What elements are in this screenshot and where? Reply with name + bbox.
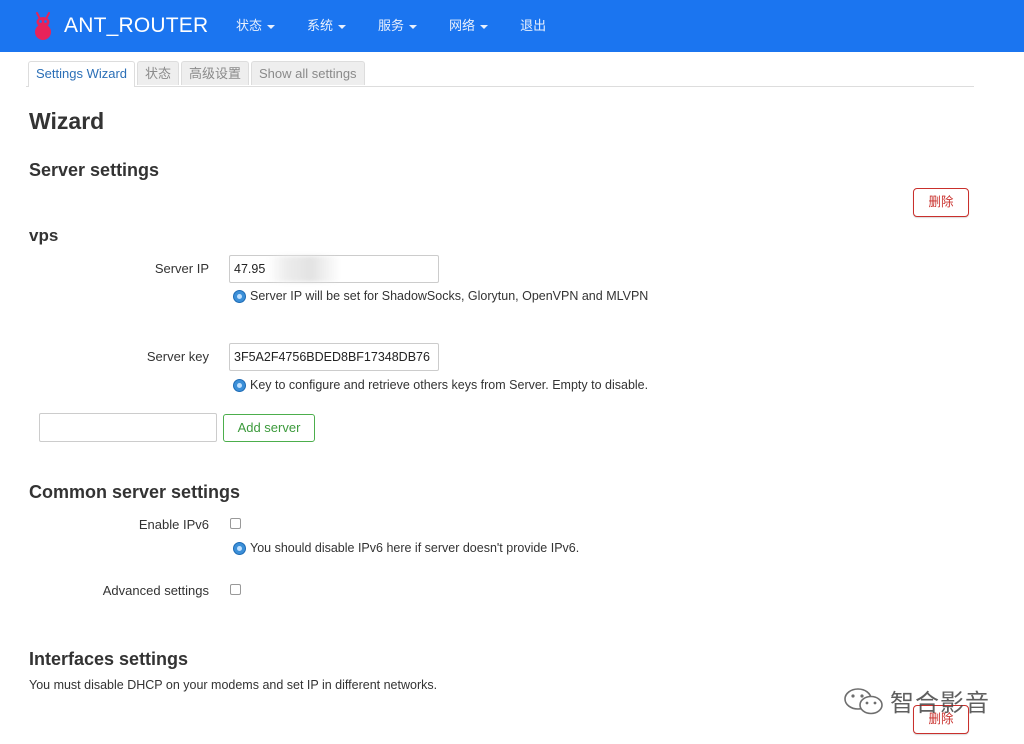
enable-ipv6-help: You should disable IPv6 here if server d… xyxy=(233,541,579,555)
common-server-settings-heading: Common server settings xyxy=(29,482,241,502)
tab-status[interactable]: 状态 xyxy=(137,61,180,85)
enable-ipv6-checkbox[interactable] xyxy=(230,518,241,529)
advanced-settings-label: Advanced settings xyxy=(102,583,209,598)
menu-services-label: 服务 xyxy=(378,18,405,33)
page-title: Wizard xyxy=(29,108,105,134)
info-icon xyxy=(233,378,246,392)
brand[interactable]: ANT_ROUTER xyxy=(28,6,208,46)
ant-logo-icon xyxy=(35,12,51,40)
server-key-help-text: Key to configure and retrieve others key… xyxy=(250,378,649,392)
menu-logout[interactable]: 退出 xyxy=(508,0,558,52)
add-server-button[interactable]: Add server xyxy=(223,414,315,442)
menu-logout-label: 退出 xyxy=(520,18,547,33)
server-key-help: Key to configure and retrieve others key… xyxy=(233,378,648,392)
server-section-name: vps xyxy=(29,226,59,245)
menu-status[interactable]: 状态 xyxy=(224,0,287,52)
caret-down-icon xyxy=(409,25,418,29)
interfaces-settings-heading: Interfaces settings xyxy=(29,649,189,669)
info-icon xyxy=(233,289,246,303)
tab-settings-wizard[interactable]: Settings Wizard xyxy=(28,61,136,87)
server-ip-help: Server IP will be set for ShadowSocks, G… xyxy=(233,289,648,303)
interfaces-note: You must disable DHCP on your modems and… xyxy=(29,678,438,692)
new-server-name-input[interactable] xyxy=(39,413,217,442)
wechat-icon xyxy=(844,687,883,714)
menu-system[interactable]: 系统 xyxy=(295,0,358,52)
settings-tabs: Settings Wizard 状态 高级设置 Show all setting… xyxy=(26,61,974,87)
caret-down-icon xyxy=(338,25,347,29)
watermark-text: 智合影音 xyxy=(890,690,990,717)
menu-status-label: 状态 xyxy=(236,18,263,33)
tab-show-all-settings[interactable]: Show all settings xyxy=(251,61,365,85)
watermark: 智合影音 xyxy=(842,683,990,718)
menu-network[interactable]: 网络 xyxy=(437,0,500,52)
main-menu: 状态 系统 服务 网络 退出 xyxy=(224,0,566,52)
menu-services[interactable]: 服务 xyxy=(366,0,429,52)
menu-system-label: 系统 xyxy=(307,18,334,33)
enable-ipv6-label: Enable IPv6 xyxy=(138,517,209,532)
server-ip-label: Server IP xyxy=(154,261,209,276)
advanced-settings-checkbox[interactable] xyxy=(230,584,241,595)
server-key-label: Server key xyxy=(146,349,209,364)
enable-ipv6-help-text: You should disable IPv6 here if server d… xyxy=(250,541,580,555)
info-icon xyxy=(233,541,246,555)
server-settings-heading: Server settings xyxy=(29,160,160,180)
server-key-input[interactable]: 3F5A2F4756BDED8BF17348DB76 xyxy=(229,343,439,371)
tab-advanced-settings[interactable]: 高级设置 xyxy=(181,61,250,85)
redacted-blur xyxy=(268,256,340,282)
server-ip-help-text: Server IP will be set for ShadowSocks, G… xyxy=(250,289,649,303)
brand-name: ANT_ROUTER xyxy=(64,14,209,37)
top-navbar: ANT_ROUTER 状态 系统 服务 网络 退出 xyxy=(0,0,1024,52)
menu-network-label: 网络 xyxy=(449,18,476,33)
caret-down-icon xyxy=(267,25,276,29)
delete-server-button[interactable]: 删除 xyxy=(913,188,969,217)
caret-down-icon xyxy=(480,25,489,29)
